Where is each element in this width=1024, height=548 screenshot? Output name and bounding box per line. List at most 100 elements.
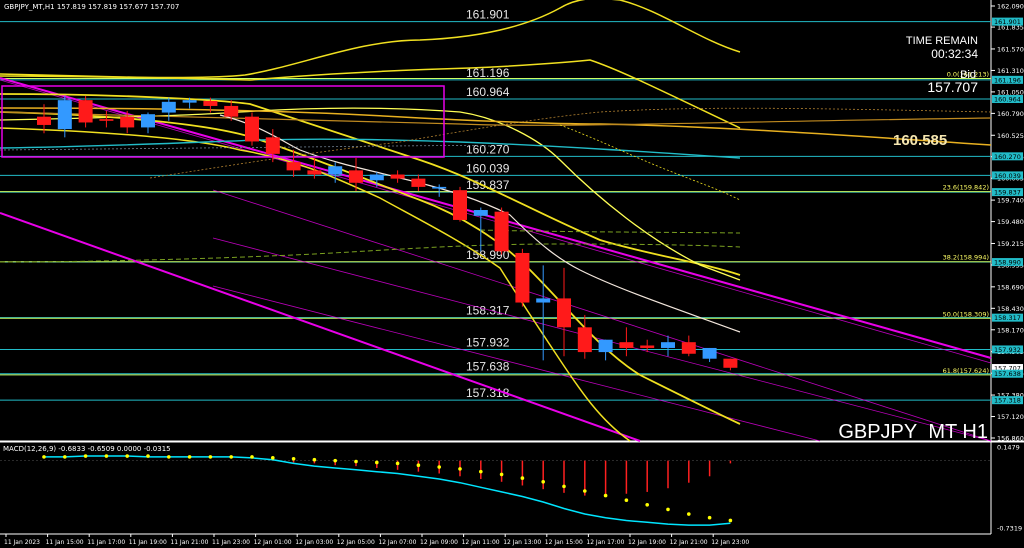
candle-body[interactable] [328, 166, 343, 175]
x-tick-label: 12 Jan 19:00 [628, 539, 666, 546]
candle-body[interactable] [37, 116, 51, 125]
candle-body[interactable] [640, 345, 655, 348]
macd-dot[interactable] [603, 493, 608, 498]
x-tick-label: 11 Jan 15:00 [46, 539, 84, 546]
macd-dot[interactable] [291, 456, 296, 461]
candle-body[interactable] [78, 100, 93, 123]
macd-dot[interactable] [666, 507, 670, 512]
candle-body[interactable] [307, 170, 322, 175]
candle-body[interactable] [681, 342, 696, 354]
macd-dot[interactable] [562, 484, 566, 489]
y-tick-label: 162.090 [997, 3, 1024, 11]
candle-body[interactable] [598, 339, 613, 353]
x-tick-label: 12 Jan 11:00 [462, 539, 500, 546]
level-label: 160.039 [466, 161, 510, 175]
y-tick-label: 161.310 [997, 67, 1024, 75]
candle-body[interactable] [494, 211, 509, 252]
level-label: 161.901 [466, 8, 510, 22]
x-tick-label: 12 Jan 05:00 [337, 539, 375, 546]
macd-dot[interactable] [541, 479, 545, 484]
candle-body[interactable] [473, 210, 488, 216]
fib-label: 23.6(159.842) [943, 184, 989, 192]
macd-dot[interactable] [479, 469, 483, 474]
macd-dot[interactable] [499, 472, 504, 477]
candle-body[interactable] [577, 327, 592, 353]
price-tag-label: 158.317 [994, 314, 1021, 322]
time-remain-label: TIME REMAIN [906, 35, 978, 47]
x-tick-label: 12 Jan 09:00 [420, 539, 458, 546]
candle-body[interactable] [723, 358, 738, 368]
price-chart[interactable]: 161.901 161.196 160.964 160.270 160.039 159.8… [0, 0, 1024, 548]
price-tag-label: 157.932 [994, 346, 1021, 354]
macd-dot[interactable] [167, 455, 171, 459]
macd-dot[interactable] [250, 455, 254, 459]
macd-tick-label: 0.1479 [997, 444, 1020, 452]
candle-body[interactable] [390, 174, 405, 179]
price-tag-label: 161.196 [994, 76, 1021, 84]
candle-body[interactable] [702, 347, 717, 359]
y-tick-label: 159.215 [997, 240, 1024, 248]
candle-body[interactable] [265, 137, 280, 154]
macd-dot[interactable] [583, 489, 587, 493]
macd-dot[interactable] [208, 455, 213, 459]
candle-body[interactable] [57, 100, 72, 130]
candle-body[interactable] [99, 119, 114, 121]
candle-body[interactable] [369, 174, 384, 181]
candle-body[interactable] [141, 114, 155, 128]
macd-dot[interactable] [645, 503, 649, 507]
candle-body[interactable] [557, 298, 571, 328]
candle-body[interactable] [661, 342, 675, 348]
price-tag-label: 158.990 [994, 259, 1021, 267]
candle-body[interactable] [432, 186, 447, 189]
x-tick-label: 12 Jan 07:00 [378, 539, 416, 546]
price-tag-label: 161.901 [994, 18, 1021, 26]
macd-dot[interactable] [707, 515, 712, 520]
candle-body[interactable] [286, 162, 301, 171]
macd-dot[interactable] [624, 498, 629, 503]
ma-value-label: 160.585 [893, 132, 947, 149]
candle-body[interactable] [245, 116, 259, 142]
y-tick-label: 160.525 [997, 132, 1024, 140]
macd-dot[interactable] [312, 457, 317, 462]
candle-body[interactable] [411, 178, 426, 187]
macd-dot[interactable] [437, 465, 442, 469]
macd-dot[interactable] [687, 512, 691, 516]
level-label: 157.638 [466, 360, 510, 374]
macd-dot[interactable] [42, 455, 46, 459]
candle-body[interactable] [182, 100, 197, 103]
x-tick-label: 11 Jan 2023 [4, 539, 40, 546]
macd-dot[interactable] [375, 460, 379, 465]
candle-body[interactable] [536, 298, 551, 303]
price-tag-label: 159.837 [994, 189, 1021, 197]
macd-dot[interactable] [416, 463, 421, 468]
symbol-label: GBPJPY_MT H1 [838, 421, 988, 443]
candle-body[interactable] [161, 101, 176, 113]
candle-body[interactable] [349, 170, 363, 183]
y-tick-label: 159.740 [997, 197, 1024, 205]
macd-dot[interactable] [104, 454, 109, 458]
macd-dot[interactable] [333, 458, 338, 463]
candle-body[interactable] [203, 100, 218, 106]
candle-body[interactable] [224, 105, 239, 117]
candle-body[interactable] [453, 190, 467, 220]
macd-tick-label: -0.7319 [997, 525, 1022, 533]
macd-dot[interactable] [520, 476, 525, 480]
macd-dot[interactable] [63, 455, 67, 459]
macd-dot[interactable] [728, 518, 733, 523]
macd-dot[interactable] [83, 454, 88, 458]
macd-dot[interactable] [229, 455, 233, 459]
macd-dot[interactable] [125, 454, 129, 458]
macd-dot[interactable] [395, 461, 400, 466]
candle-body[interactable] [120, 116, 135, 128]
y-tick-label: 156.860 [997, 435, 1024, 443]
macd-dot[interactable] [146, 454, 150, 458]
x-tick-label: 11 Jan 23:00 [212, 539, 250, 546]
fib-label: 61.8(157.624) [943, 367, 989, 375]
macd-dot[interactable] [354, 459, 358, 464]
macd-dot[interactable] [458, 467, 462, 471]
macd-dot[interactable] [271, 456, 275, 460]
macd-dot[interactable] [187, 455, 192, 459]
y-tick-label: 161.570 [997, 45, 1024, 53]
candle-body[interactable] [515, 252, 530, 303]
candle-body[interactable] [619, 342, 634, 348]
